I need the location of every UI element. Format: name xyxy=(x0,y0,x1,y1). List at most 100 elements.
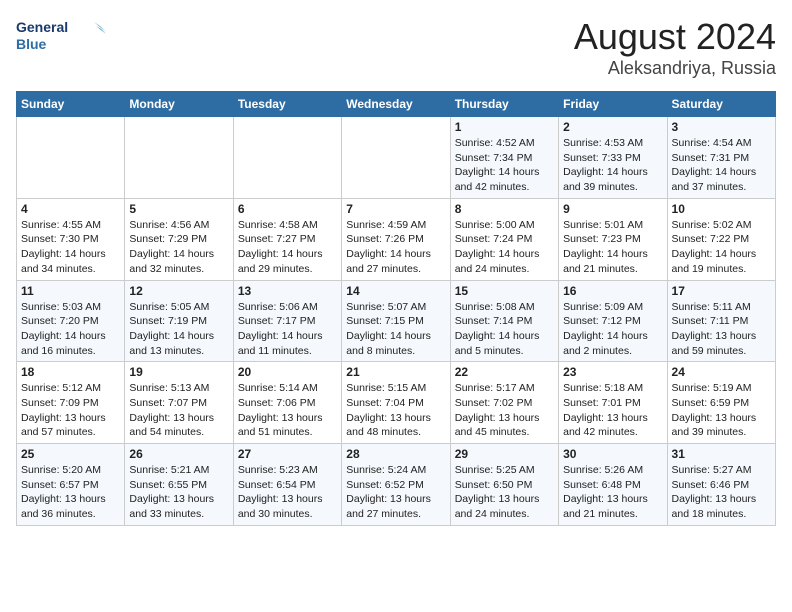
cell-info: Sunrise: 5:02 AMSunset: 7:22 PMDaylight:… xyxy=(672,218,771,277)
calendar-cell: 6Sunrise: 4:58 AMSunset: 7:27 PMDaylight… xyxy=(233,198,341,280)
day-number: 4 xyxy=(21,202,120,216)
day-number: 26 xyxy=(129,447,228,461)
calendar-cell: 20 Sunrise: 5:14 AMSunset: 7:06 PMDayligh… xyxy=(233,362,341,444)
cell-info: Sunrise: 5:19 AMSunset: 6:59 PMDaylight:… xyxy=(672,381,771,440)
cell-info: Sunrise: 5:23 AMSunset: 6:54 PMDaylight:… xyxy=(238,463,337,522)
calendar-cell: 10 Sunrise: 5:02 AMSunset: 7:22 PMDayligh… xyxy=(667,198,775,280)
cell-info: Sunrise: 5:13 AMSunset: 7:07 PMDaylight:… xyxy=(129,381,228,440)
calendar-cell xyxy=(17,117,125,199)
cell-info: Sunrise: 5:17 AMSunset: 7:02 PMDaylight:… xyxy=(455,381,554,440)
day-number: 7 xyxy=(346,202,445,216)
cell-info: Sunrise: 4:54 AMSunset: 7:31 PMDaylight:… xyxy=(672,136,771,195)
cell-info: Sunrise: 5:26 AMSunset: 6:48 PMDaylight:… xyxy=(563,463,662,522)
calendar-cell: 31 Sunrise: 5:27 AMSunset: 6:46 PMDayligh… xyxy=(667,444,775,526)
calendar-cell: 15 Sunrise: 5:08 AMSunset: 7:14 PMDayligh… xyxy=(450,280,558,362)
cell-info: Sunrise: 5:06 AMSunset: 7:17 PMDaylight:… xyxy=(238,300,337,359)
weekday-header: Friday xyxy=(559,92,667,117)
calendar-cell: 27 Sunrise: 5:23 AMSunset: 6:54 PMDayligh… xyxy=(233,444,341,526)
calendar-cell: 17 Sunrise: 5:11 AMSunset: 7:11 PMDayligh… xyxy=(667,280,775,362)
weekday-header: Monday xyxy=(125,92,233,117)
cell-info: Sunrise: 5:24 AMSunset: 6:52 PMDaylight:… xyxy=(346,463,445,522)
day-number: 1 xyxy=(455,120,554,134)
weekday-header: Tuesday xyxy=(233,92,341,117)
cell-info: Sunrise: 4:55 AMSunset: 7:30 PMDaylight:… xyxy=(21,218,120,277)
calendar-cell: 14Sunrise: 5:07 AMSunset: 7:15 PMDayligh… xyxy=(342,280,450,362)
day-number: 24 xyxy=(672,365,771,379)
cell-info: Sunrise: 5:08 AMSunset: 7:14 PMDaylight:… xyxy=(455,300,554,359)
cell-info: Sunrise: 4:58 AMSunset: 7:27 PMDaylight:… xyxy=(238,218,337,277)
calendar-cell xyxy=(233,117,341,199)
day-number: 18 xyxy=(21,365,120,379)
day-number: 13 xyxy=(238,284,337,298)
cell-info: Sunrise: 4:56 AMSunset: 7:29 PMDaylight:… xyxy=(129,218,228,277)
svg-text:Blue: Blue xyxy=(16,36,47,52)
cell-info: Sunrise: 5:25 AMSunset: 6:50 PMDaylight:… xyxy=(455,463,554,522)
calendar-cell: 9 Sunrise: 5:01 AMSunset: 7:23 PMDaylight… xyxy=(559,198,667,280)
day-number: 21 xyxy=(346,365,445,379)
cell-info: Sunrise: 5:11 AMSunset: 7:11 PMDaylight:… xyxy=(672,300,771,359)
calendar-cell: 8Sunrise: 5:00 AMSunset: 7:24 PMDaylight… xyxy=(450,198,558,280)
day-number: 20 xyxy=(238,365,337,379)
day-number: 8 xyxy=(455,202,554,216)
calendar-cell: 30Sunrise: 5:26 AMSunset: 6:48 PMDayligh… xyxy=(559,444,667,526)
calendar-cell: 11 Sunrise: 5:03 AMSunset: 7:20 PMDayligh… xyxy=(17,280,125,362)
day-number: 14 xyxy=(346,284,445,298)
calendar-cell: 13 Sunrise: 5:06 AMSunset: 7:17 PMDayligh… xyxy=(233,280,341,362)
calendar-cell: 4 Sunrise: 4:55 AMSunset: 7:30 PMDaylight… xyxy=(17,198,125,280)
calendar-cell: 5 Sunrise: 4:56 AMSunset: 7:29 PMDaylight… xyxy=(125,198,233,280)
calendar-cell xyxy=(125,117,233,199)
cell-info: Sunrise: 5:03 AMSunset: 7:20 PMDaylight:… xyxy=(21,300,120,359)
day-number: 10 xyxy=(672,202,771,216)
day-number: 2 xyxy=(563,120,662,134)
cell-info: Sunrise: 5:27 AMSunset: 6:46 PMDaylight:… xyxy=(672,463,771,522)
calendar-cell: 29 Sunrise: 5:25 AMSunset: 6:50 PMDayligh… xyxy=(450,444,558,526)
calendar-cell: 12Sunrise: 5:05 AMSunset: 7:19 PMDayligh… xyxy=(125,280,233,362)
cell-info: Sunrise: 5:14 AMSunset: 7:06 PMDaylight:… xyxy=(238,381,337,440)
day-number: 11 xyxy=(21,284,120,298)
cell-info: Sunrise: 5:18 AMSunset: 7:01 PMDaylight:… xyxy=(563,381,662,440)
calendar-cell: 26 Sunrise: 5:21 AMSunset: 6:55 PMDayligh… xyxy=(125,444,233,526)
calendar-cell xyxy=(342,117,450,199)
logo-svg: General Blue xyxy=(16,16,106,58)
location-title: Aleksandriya, Russia xyxy=(574,58,776,79)
day-number: 17 xyxy=(672,284,771,298)
day-number: 16 xyxy=(563,284,662,298)
day-number: 9 xyxy=(563,202,662,216)
cell-info: Sunrise: 5:15 AMSunset: 7:04 PMDaylight:… xyxy=(346,381,445,440)
calendar-cell: 16 Sunrise: 5:09 AMSunset: 7:12 PMDayligh… xyxy=(559,280,667,362)
day-number: 29 xyxy=(455,447,554,461)
calendar-cell: 24 Sunrise: 5:19 AMSunset: 6:59 PMDayligh… xyxy=(667,362,775,444)
cell-info: Sunrise: 5:21 AMSunset: 6:55 PMDaylight:… xyxy=(129,463,228,522)
calendar-cell: 21 Sunrise: 5:15 AMSunset: 7:04 PMDayligh… xyxy=(342,362,450,444)
weekday-header: Saturday xyxy=(667,92,775,117)
weekday-header: Sunday xyxy=(17,92,125,117)
cell-info: Sunrise: 5:01 AMSunset: 7:23 PMDaylight:… xyxy=(563,218,662,277)
day-number: 27 xyxy=(238,447,337,461)
cell-info: Sunrise: 4:53 AMSunset: 7:33 PMDaylight:… xyxy=(563,136,662,195)
day-number: 5 xyxy=(129,202,228,216)
page-header: General Blue August 2024 Aleksandriya, R… xyxy=(16,16,776,79)
calendar-cell: 7 Sunrise: 4:59 AMSunset: 7:26 PMDaylight… xyxy=(342,198,450,280)
title-block: August 2024 Aleksandriya, Russia xyxy=(574,16,776,79)
calendar-cell: 2 Sunrise: 4:53 AMSunset: 7:33 PMDaylight… xyxy=(559,117,667,199)
cell-info: Sunrise: 4:59 AMSunset: 7:26 PMDaylight:… xyxy=(346,218,445,277)
cell-info: Sunrise: 5:05 AMSunset: 7:19 PMDaylight:… xyxy=(129,300,228,359)
calendar-cell: 18 Sunrise: 5:12 AMSunset: 7:09 PMDayligh… xyxy=(17,362,125,444)
calendar-cell: 22 Sunrise: 5:17 AMSunset: 7:02 PMDayligh… xyxy=(450,362,558,444)
calendar-cell: 19Sunrise: 5:13 AMSunset: 7:07 PMDayligh… xyxy=(125,362,233,444)
day-number: 28 xyxy=(346,447,445,461)
day-number: 23 xyxy=(563,365,662,379)
weekday-header: Wednesday xyxy=(342,92,450,117)
calendar-cell: 1 Sunrise: 4:52 AMSunset: 7:34 PMDaylight… xyxy=(450,117,558,199)
cell-info: Sunrise: 5:09 AMSunset: 7:12 PMDaylight:… xyxy=(563,300,662,359)
cell-info: Sunrise: 5:12 AMSunset: 7:09 PMDaylight:… xyxy=(21,381,120,440)
day-number: 3 xyxy=(672,120,771,134)
calendar-cell: 3 Sunrise: 4:54 AMSunset: 7:31 PMDaylight… xyxy=(667,117,775,199)
calendar-cell: 23 Sunrise: 5:18 AMSunset: 7:01 PMDayligh… xyxy=(559,362,667,444)
day-number: 15 xyxy=(455,284,554,298)
weekday-header: Thursday xyxy=(450,92,558,117)
month-title: August 2024 xyxy=(574,16,776,58)
day-number: 31 xyxy=(672,447,771,461)
cell-info: Sunrise: 4:52 AMSunset: 7:34 PMDaylight:… xyxy=(455,136,554,195)
day-number: 22 xyxy=(455,365,554,379)
